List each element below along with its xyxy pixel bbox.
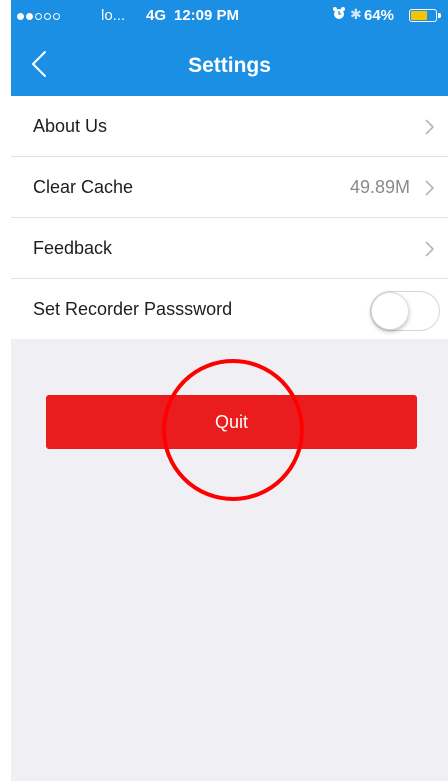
network-type: 4G <box>146 7 167 24</box>
signal-strength-icon <box>17 13 60 20</box>
clear-cache-row[interactable]: Clear Cache 49.89M <box>11 157 448 218</box>
battery-fill <box>411 11 427 20</box>
carrier-name: lo... <box>101 7 126 24</box>
toggle-knob <box>371 292 409 330</box>
signal-dot <box>35 13 42 20</box>
chevron-right-icon <box>425 119 435 135</box>
status-bar: lo... 4G 12:09 PM ✱ 64% <box>11 0 448 34</box>
settings-screen: lo... 4G 12:09 PM ✱ 64% Settings About U… <box>11 0 448 781</box>
recorder-password-row: Set Recorder Passsword <box>11 279 448 339</box>
settings-list: About Us Clear Cache 49.89M Feedback Set… <box>11 96 448 339</box>
signal-dot <box>17 13 24 20</box>
about-us-label: About Us <box>33 115 108 136</box>
signal-dot <box>53 13 60 20</box>
recorder-password-toggle[interactable] <box>370 291 440 331</box>
battery-icon <box>409 9 441 22</box>
chevron-right-icon <box>425 241 435 257</box>
page-title: Settings <box>188 54 271 77</box>
clear-cache-label: Clear Cache <box>33 176 134 197</box>
feedback-row[interactable]: Feedback <box>11 218 448 279</box>
recorder-password-label: Set Recorder Passsword <box>33 298 233 319</box>
battery-cap <box>438 13 441 18</box>
signal-dot <box>44 13 51 20</box>
bluetooth-icon: ✱ <box>350 6 362 22</box>
chevron-right-icon <box>425 180 435 196</box>
cache-size-value: 49.89M <box>349 176 410 197</box>
signal-dot <box>26 13 33 20</box>
feedback-label: Feedback <box>33 237 113 258</box>
status-time: 12:09 PM <box>174 7 240 24</box>
navigation-bar: Settings <box>11 34 448 96</box>
battery-percent: 64% <box>364 7 395 24</box>
quit-button[interactable]: Quit <box>46 395 417 449</box>
about-us-row[interactable]: About Us <box>11 96 448 157</box>
alarm-icon <box>333 7 345 19</box>
